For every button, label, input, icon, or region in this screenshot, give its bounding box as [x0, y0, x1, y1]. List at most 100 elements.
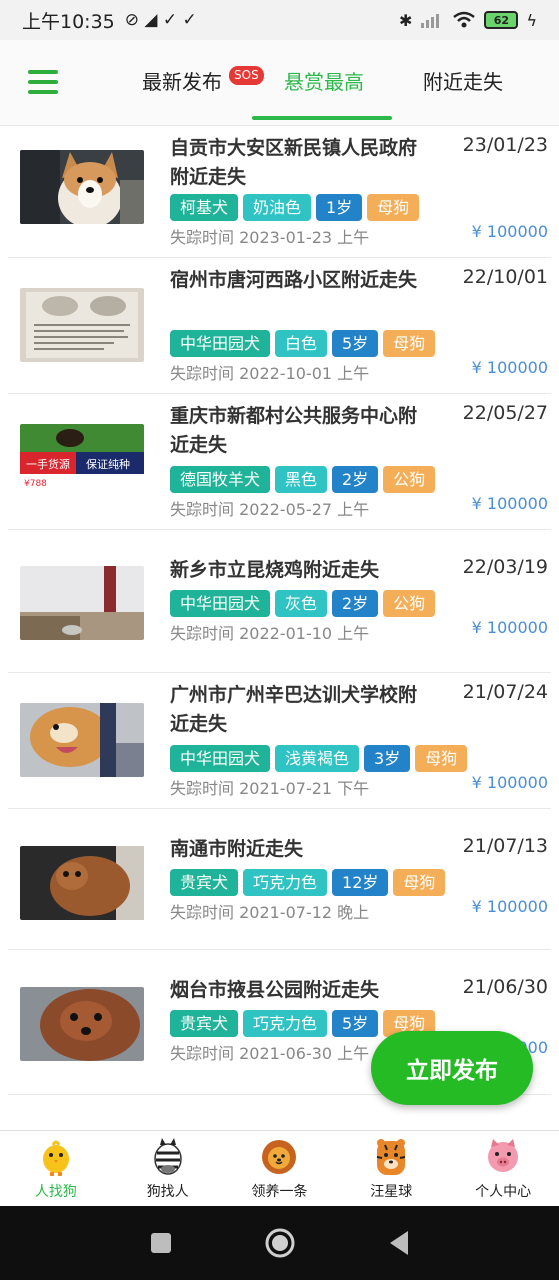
color-tag: 浅黄褐色	[275, 745, 360, 772]
nav-dog-find-person[interactable]: 狗找人	[112, 1131, 224, 1206]
clock: 上午10:35	[22, 10, 115, 33]
lost-time: 失踪时间 2022-05-27 上午	[170, 500, 370, 519]
lost-time: 失踪时间 2022-10-01 上午	[170, 364, 370, 383]
dog-photo	[20, 987, 144, 1061]
age-tag: 5岁	[332, 330, 379, 357]
listing-title: 自贡市大安区新民镇人民政府附近走失	[170, 137, 418, 188]
nav-label: 狗找人	[146, 1184, 189, 1200]
age-tag: 12岁	[332, 869, 389, 896]
battery-indicator: 62	[484, 11, 519, 29]
list-item[interactable]: 新乡市立昆烧鸡附近走失 22/03/19 中华田园犬 灰色 2岁 公狗 失踪时间…	[8, 530, 551, 673]
listing-date: 21/07/24	[462, 681, 548, 703]
top-tab-bar: 最新发布 SOS 悬赏最高 附近走失	[0, 40, 559, 126]
thumb-ad-text-2: 保证纯种	[86, 457, 130, 471]
reward-amount: ¥ 100000	[471, 618, 548, 637]
publish-now-button[interactable]: 立即发布	[371, 1031, 533, 1105]
lion-icon	[262, 1140, 297, 1174]
listing-title: 烟台市掖县公园附近走失	[170, 979, 380, 1001]
tab-highest-reward[interactable]: 悬赏最高	[284, 66, 364, 95]
hamburger-icon[interactable]	[28, 70, 58, 94]
list-item[interactable]: 一手货源 保证纯种 ¥788 重庆市新都村公共服务中心附近走失 22/05/27 德…	[8, 394, 551, 530]
listing-date: 22/10/01	[462, 266, 548, 288]
tag-group: 中华田园犬 浅黄褐色 3岁 母狗	[170, 745, 468, 772]
listing-title: 南通市附近走失	[170, 838, 304, 860]
listing-date: 21/06/30	[462, 976, 548, 998]
thumb-ad-price: ¥788	[24, 479, 47, 489]
dog-photo	[20, 703, 144, 777]
status-bar: 上午10:35 ⊘ ◢ ✓ ✓ ✱ 62 ϟ	[0, 0, 559, 40]
recent-apps-icon[interactable]	[150, 1232, 172, 1254]
reward-amount: ¥ 100000	[471, 897, 548, 916]
reward-amount: ¥ 100000	[471, 773, 548, 792]
home-icon[interactable]	[264, 1227, 296, 1259]
breed-tag: 贵宾犬	[170, 869, 239, 896]
tab-nearby-lost[interactable]: 附近走失	[423, 66, 503, 95]
dog-photo	[20, 150, 144, 224]
dog-photo	[20, 846, 144, 920]
nav-person-find-dog[interactable]: 人找狗	[0, 1131, 112, 1206]
color-tag: 黑色	[275, 466, 328, 493]
color-tag: 巧克力色	[243, 1010, 328, 1037]
lost-time: 失踪时间 2021-07-21 下午	[170, 779, 370, 798]
list-item[interactable]: 宿州市唐河西路小区附近走失 22/10/01 中华田园犬 白色 5岁 母狗 失踪…	[8, 258, 551, 394]
thumb-ad-text-1: 一手货源	[26, 457, 70, 471]
breed-tag: 中华田园犬	[170, 745, 271, 772]
sex-tag: 母狗	[415, 745, 468, 772]
listing-title: 广州市广州辛巴达训犬学校附近走失	[170, 684, 418, 735]
lost-time: 失踪时间 2022-01-10 上午	[170, 624, 370, 643]
sex-tag: 母狗	[367, 194, 420, 221]
list-item[interactable]: 广州市广州辛巴达训犬学校附近走失 21/07/24 中华田园犬 浅黄褐色 3岁 …	[8, 673, 551, 809]
age-tag: 5岁	[332, 1010, 379, 1037]
tag-group: 中华田园犬 灰色 2岁 公狗	[170, 590, 436, 617]
back-icon[interactable]	[388, 1230, 410, 1256]
nav-woof-planet[interactable]: 汪星球	[335, 1131, 447, 1206]
color-tag: 灰色	[275, 590, 328, 617]
listing-title: 宿州市唐河西路小区附近走失	[170, 269, 418, 291]
tag-group: 贵宾犬 巧克力色 12岁 母狗	[170, 869, 446, 896]
listing-title: 新乡市立昆烧鸡附近走失	[170, 559, 380, 581]
breed-tag: 德国牧羊犬	[170, 466, 271, 493]
nav-profile[interactable]: 个人中心	[447, 1131, 559, 1206]
listing-date: 23/01/23	[462, 134, 548, 156]
bottom-nav: 人找狗 狗找人 领养一条 汪星球 个人中心	[0, 1130, 559, 1206]
lost-dog-list: 自贡市大安区新民镇人民政府附近走失 23/01/23 柯基犬 奶油色 1岁 母狗…	[0, 126, 559, 1130]
lost-time: 失踪时间 2023-01-23 上午	[170, 228, 370, 247]
sos-badge: SOS	[229, 66, 264, 85]
wifi-icon	[453, 11, 476, 28]
tiger-icon	[377, 1139, 406, 1175]
nav-label: 人找狗	[34, 1184, 77, 1200]
nav-label: 汪星球	[370, 1184, 413, 1200]
reward-amount: ¥ 100000	[471, 222, 548, 241]
dog-photo: 一手货源 保证纯种 ¥788	[20, 424, 144, 498]
sex-tag: 母狗	[393, 869, 446, 896]
nav-adopt[interactable]: 领养一条	[224, 1131, 336, 1206]
sex-tag: 母狗	[383, 330, 436, 357]
status-right: ✱ 62 ϟ	[399, 11, 537, 30]
sex-tag: 公狗	[383, 466, 436, 493]
tag-group: 柯基犬 奶油色 1岁 母狗	[170, 194, 420, 221]
breed-tag: 柯基犬	[170, 194, 239, 221]
nav-label: 领养一条	[251, 1184, 308, 1200]
listing-date: 22/03/19	[462, 556, 548, 578]
dog-photo	[20, 566, 144, 640]
charging-icon: ϟ	[526, 10, 537, 30]
listing-title: 重庆市新都村公共服务中心附近走失	[170, 405, 418, 456]
lost-time: 失踪时间 2021-06-30 上午	[170, 1044, 370, 1063]
reward-amount: ¥ 100000	[471, 358, 548, 377]
tab-latest[interactable]: 最新发布	[142, 66, 222, 95]
sex-tag: 公狗	[383, 590, 436, 617]
color-tag: 巧克力色	[243, 869, 328, 896]
list-item[interactable]: 南通市附近走失 21/07/13 贵宾犬 巧克力色 12岁 母狗 失踪时间 20…	[8, 809, 551, 950]
pig-icon	[488, 1139, 519, 1172]
lost-time: 失踪时间 2021-07-12 晚上	[170, 903, 370, 922]
listing-date: 22/05/27	[462, 402, 548, 424]
signal-icon	[421, 14, 440, 28]
dog-photo	[20, 288, 144, 362]
zebra-icon	[153, 1138, 182, 1175]
chick-icon	[42, 1140, 69, 1176]
system-nav-bar	[0, 1206, 559, 1280]
list-item[interactable]: 自贡市大安区新民镇人民政府附近走失 23/01/23 柯基犬 奶油色 1岁 母狗…	[8, 126, 551, 258]
active-tab-indicator	[252, 116, 392, 120]
tag-group: 中华田园犬 白色 5岁 母狗	[170, 330, 436, 357]
age-tag: 3岁	[364, 745, 411, 772]
